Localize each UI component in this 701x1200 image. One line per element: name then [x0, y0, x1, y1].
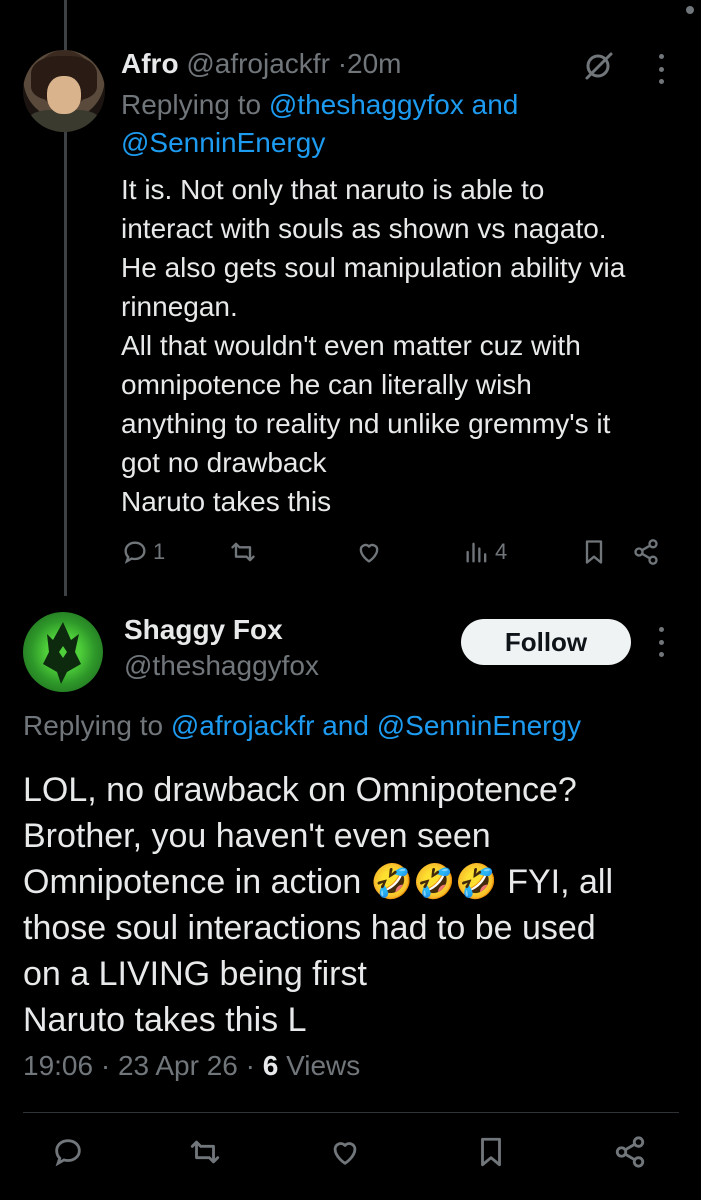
replying-prefix: Replying to — [121, 89, 262, 120]
user-name[interactable]: Afro — [121, 48, 179, 79]
reply-icon — [124, 541, 146, 564]
fox-logo-icon — [43, 622, 81, 684]
text-line: All that wouldn't even matter cuz with — [121, 330, 581, 361]
like-icon — [333, 1142, 357, 1165]
text-line: Naruto takes this — [121, 486, 332, 517]
more-icon[interactable] — [656, 54, 666, 84]
text-line: anything to reality nd unlike gremmy's i… — [121, 408, 611, 439]
replying-prefix: Replying to — [23, 710, 164, 741]
separator: · — [337, 48, 348, 79]
retweet-icon — [231, 542, 255, 562]
avatar[interactable] — [23, 50, 105, 132]
text-line: got no drawback — [121, 447, 327, 478]
reply-action-row: 1 4 — [121, 534, 661, 570]
mention-link[interactable]: @SenninEnergy — [377, 710, 581, 741]
mention-and: and — [471, 89, 519, 120]
tweet-meta: 19:06 · 23 Apr 26 · 6 Views — [23, 1048, 360, 1084]
like-icon — [359, 543, 379, 563]
mention-link[interactable]: @afrojackfr — [171, 710, 315, 741]
user-handle[interactable]: @afrojackfr — [186, 48, 330, 79]
mention-link[interactable]: @theshaggyfox — [269, 89, 464, 120]
status-dot — [686, 6, 694, 14]
reply-header: Afro @afrojackfr ·20m — [121, 46, 401, 82]
replying-to: Replying to @theshaggyfox and @SenninEne… — [121, 86, 681, 162]
text-line: Naruto takes this L — [23, 1001, 307, 1039]
reply-button[interactable] — [51, 1134, 85, 1170]
separator: · — [100, 1050, 111, 1081]
divider — [23, 1112, 679, 1113]
main-action-row — [23, 1134, 679, 1178]
main-tweet-text: LOL, no drawback on Omnipotence? Brother… — [23, 767, 683, 1043]
user-handle[interactable]: @theshaggyfox — [124, 648, 319, 684]
like-button[interactable] — [355, 534, 383, 570]
retweet-icon — [190, 1140, 220, 1164]
mention-and: and — [322, 710, 369, 741]
share-icon — [634, 539, 658, 565]
grok-icon[interactable] — [580, 48, 616, 84]
retweet-button[interactable] — [229, 534, 257, 570]
bookmark-button[interactable] — [580, 534, 608, 570]
reply-icon — [55, 1139, 81, 1167]
tweet-time[interactable]: 20m — [347, 48, 401, 79]
reply-tweet-text: It is. Not only that naruto is able to i… — [121, 170, 691, 521]
text-line: rinnegan. — [121, 291, 238, 322]
reply-button[interactable]: 1 — [121, 534, 165, 570]
text-line: Brother, you haven't even seen — [23, 817, 491, 855]
share-icon — [615, 1136, 645, 1168]
text-line: He also gets soul manipulation ability v… — [121, 252, 626, 283]
reply-count: 1 — [153, 539, 166, 564]
retweet-button[interactable] — [188, 1134, 222, 1170]
like-button[interactable] — [328, 1134, 362, 1170]
text-line: LOL, no drawback on Omnipotence? — [23, 771, 577, 809]
bookmark-icon — [481, 1137, 501, 1167]
views-count[interactable]: 6 — [263, 1050, 279, 1081]
tweet-date: 23 Apr 26 — [117, 1050, 238, 1081]
text-line: those soul interactions had to be used — [23, 909, 596, 947]
text-line: interact with souls as shown vs nagato. — [121, 213, 607, 244]
text-line: It is. Not only that naruto is able to — [121, 174, 545, 205]
bookmark-icon — [585, 540, 603, 564]
share-button[interactable] — [632, 534, 660, 570]
text-line: on a LIVING being first — [23, 955, 367, 993]
views-count: 4 — [495, 539, 508, 564]
text-line: omnipotence he can literally wish — [121, 369, 532, 400]
text-line: Omnipotence in action 🤣🤣🤣 FYI, all — [23, 863, 614, 901]
mention-link[interactable]: @SenninEnergy — [121, 127, 325, 158]
tweet-time: 19:06 — [23, 1050, 94, 1081]
tweet-detail-page: Afro @afrojackfr ·20m Replying to @thesh… — [0, 0, 701, 1200]
more-icon[interactable] — [656, 627, 666, 657]
user-name[interactable]: Shaggy Fox — [124, 612, 283, 648]
views-button[interactable]: 4 — [463, 534, 507, 570]
avatar[interactable] — [23, 612, 103, 692]
share-button[interactable] — [613, 1134, 647, 1170]
separator: · — [245, 1050, 255, 1081]
views-label[interactable]: Views — [286, 1050, 360, 1081]
views-icon — [466, 542, 487, 563]
follow-button[interactable]: Follow — [461, 619, 631, 665]
replying-to: Replying to @afrojackfr and @SenninEnerg… — [23, 707, 581, 745]
bookmark-button[interactable] — [474, 1134, 508, 1170]
